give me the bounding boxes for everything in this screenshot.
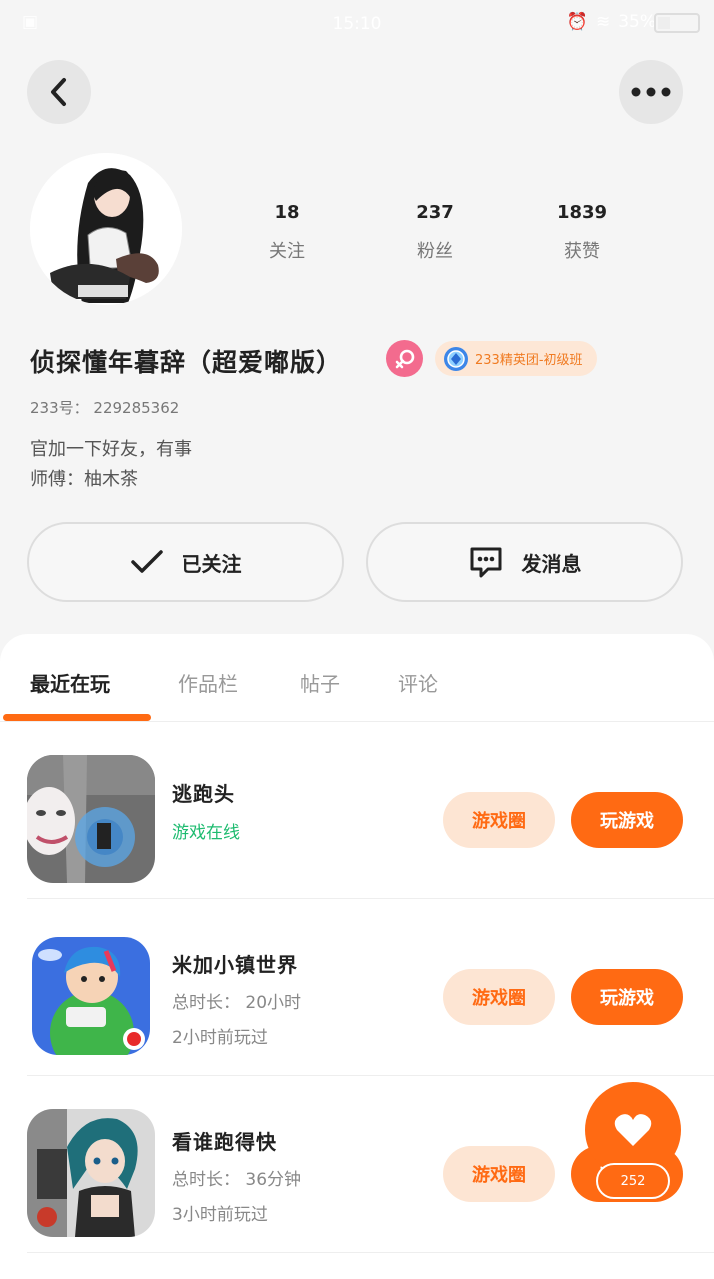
user-id-label: 233号： xyxy=(30,399,89,417)
battery-percent: 35% xyxy=(618,12,656,32)
rank-label: 233精英团-初级班 xyxy=(475,353,583,368)
followed-label: 已关注 xyxy=(181,551,242,576)
check-icon xyxy=(130,550,163,573)
play-duration: 总时长： 36分钟 xyxy=(172,1170,302,1190)
stat-likes[interactable]: 1839 获赞 xyxy=(522,202,642,263)
user-id-value: 229285362 xyxy=(93,399,180,417)
rank-badge[interactable]: 233精英团-初级班 xyxy=(435,341,597,376)
game-name: 米加小镇世界 xyxy=(172,953,298,977)
bio: 官加一下好友，有事 师傅：柚木茶 xyxy=(30,435,192,495)
diamond-rank-icon xyxy=(444,346,468,371)
battery-icon xyxy=(654,13,700,33)
game-icon-escape-head[interactable] xyxy=(27,755,155,883)
game-circle-button[interactable]: 游戏圈 xyxy=(443,1146,555,1202)
play-game-button[interactable]: 玩游戏 xyxy=(571,792,683,848)
play-game-button[interactable]: 玩游戏 xyxy=(571,969,683,1025)
stat-label: 获赞 xyxy=(564,241,600,262)
tab-works[interactable]: 作品栏 xyxy=(178,668,238,697)
alarm-icon: ⏰ xyxy=(566,12,588,32)
more-dots-icon xyxy=(631,87,671,97)
stat-value: 237 xyxy=(416,202,454,223)
stat-value: 1839 xyxy=(556,202,608,223)
send-message-button[interactable]: 发消息 xyxy=(366,522,683,602)
status-bar: ▣ 15:10 ⏰ ≋ 35% xyxy=(0,0,714,50)
more-button[interactable] xyxy=(619,60,683,124)
game-name: 看谁跑得快 xyxy=(172,1130,277,1154)
game-icon-miga-town[interactable] xyxy=(32,937,150,1055)
last-played: 2小时前玩过 xyxy=(172,1028,268,1048)
game-row[interactable]: 米加小镇世界 总时长： 20小时 2小时前玩过 游戏圈 玩游戏 xyxy=(27,899,714,1076)
game-circle-button[interactable]: 游戏圈 xyxy=(443,969,555,1025)
game-icon-who-runs-fast[interactable] xyxy=(27,1109,155,1237)
tab-recently-played[interactable]: 最近在玩 xyxy=(30,668,110,697)
tab-bar: 最近在玩 作品栏 帖子 评论 xyxy=(0,634,714,722)
chat-bubble-icon xyxy=(470,547,501,578)
chevron-left-icon xyxy=(51,78,66,106)
play-duration: 总时长： 20小时 xyxy=(172,993,302,1013)
stat-label: 粉丝 xyxy=(417,241,453,262)
avatar-illustration xyxy=(30,153,182,305)
stat-value: 18 xyxy=(274,202,300,223)
game-name: 逃跑头 xyxy=(172,782,235,806)
avatar[interactable] xyxy=(30,153,182,305)
wifi-icon: ≋ xyxy=(595,12,611,32)
tab-comments[interactable]: 评论 xyxy=(398,668,438,697)
last-played: 3小时前玩过 xyxy=(172,1205,268,1225)
bio-line: 师傅：柚木茶 xyxy=(30,469,138,490)
bio-line: 官加一下好友，有事 xyxy=(30,439,192,460)
followed-button[interactable]: 已关注 xyxy=(27,522,344,602)
user-id[interactable]: 233号： 229285362 xyxy=(30,397,179,418)
game-circle-button[interactable]: 游戏圈 xyxy=(443,792,555,848)
stat-following[interactable]: 18 关注 xyxy=(227,202,347,263)
game-row[interactable]: 逃跑头 游戏在线 游戏圈 玩游戏 xyxy=(27,722,714,899)
username: 侦探懂年暮辞（超爱嘟版） xyxy=(30,348,343,377)
like-count: 252 xyxy=(596,1163,670,1199)
online-status: 游戏在线 xyxy=(172,823,240,843)
heart-icon xyxy=(614,1114,652,1146)
active-tab-indicator xyxy=(3,714,151,721)
stat-label: 关注 xyxy=(269,241,305,262)
back-button[interactable] xyxy=(27,60,91,124)
status-icons: ⏰ ≋ 35% xyxy=(567,12,656,32)
tab-posts[interactable]: 帖子 xyxy=(300,668,340,697)
send-message-label: 发消息 xyxy=(521,551,582,576)
female-icon xyxy=(386,340,423,377)
stat-followers[interactable]: 237 粉丝 xyxy=(375,202,495,263)
